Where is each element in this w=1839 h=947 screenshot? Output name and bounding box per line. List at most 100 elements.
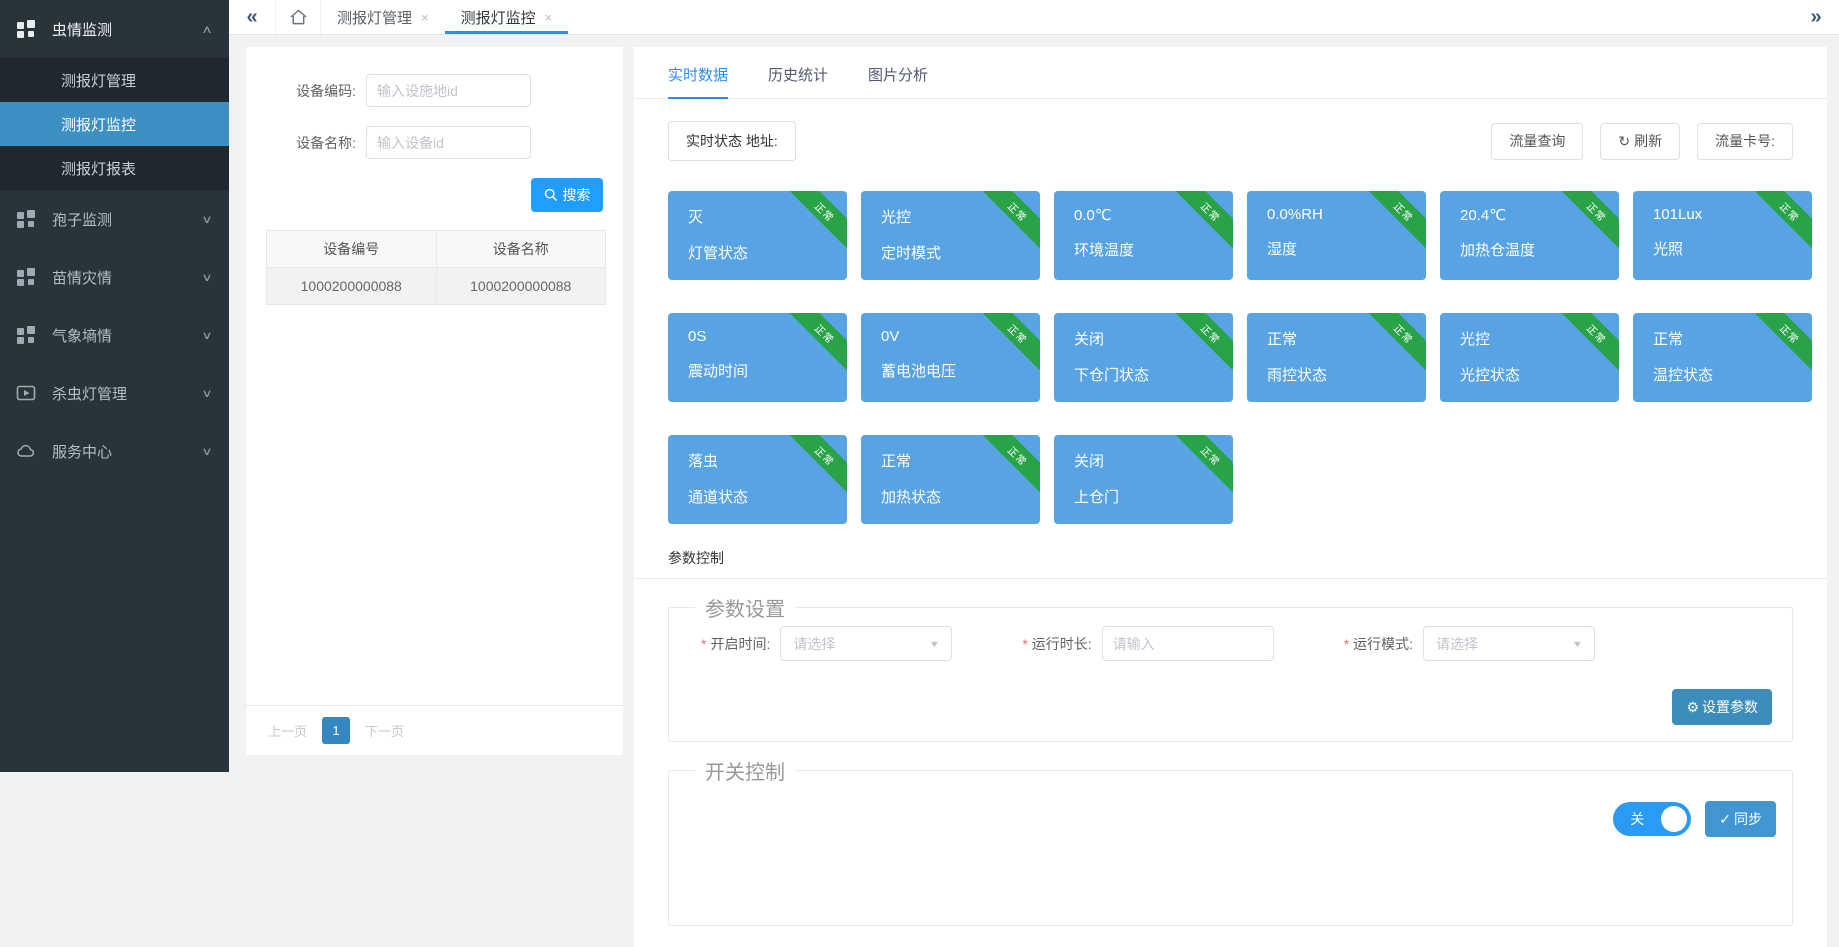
traffic-query-button[interactable]: 流量查询	[1491, 123, 1583, 160]
device-table: 设备编号 设备名称 1000200000088 1000200000088	[266, 230, 606, 305]
divider	[634, 578, 1827, 579]
status-card-heating: 正常 正常 加热状态	[861, 435, 1040, 524]
run-mode-select[interactable]: 请选择 ▼	[1423, 626, 1595, 661]
next-page-button[interactable]: 下一页	[365, 721, 404, 740]
prev-page-button[interactable]: 上一页	[268, 721, 307, 740]
card-label: 灯管状态	[688, 242, 847, 263]
check-icon: ✓	[1719, 811, 1731, 828]
toggle-state-label: 关	[1630, 809, 1644, 829]
tab-image-analysis[interactable]: 图片分析	[868, 64, 928, 98]
toolbar: 流量查询 ↻刷新 流量卡号:	[1491, 123, 1793, 160]
sidebar-item-label: 杀虫灯管理	[52, 383, 127, 404]
sidebar: 虫情监测 ∧ 测报灯管理 测报灯监控 测报灯报表 孢子监测 ∨ 苗情灾情 ∨ 气…	[0, 0, 229, 772]
search-button[interactable]: 搜索	[531, 178, 603, 212]
param-settings-legend: 参数设置	[695, 593, 795, 622]
home-icon	[289, 8, 308, 26]
card-label: 上仓门	[1074, 486, 1233, 507]
device-table-header-name: 设备名称	[436, 231, 606, 268]
sync-button[interactable]: ✓同步	[1705, 801, 1776, 837]
grid-icon	[16, 325, 38, 345]
status-card-lamp-tube: 正常 灭 灯管状态	[668, 191, 847, 280]
sidebar-subitem-lamp-monitoring[interactable]: 测报灯监控	[0, 102, 229, 146]
device-table-header-code: 设备编号	[267, 231, 437, 268]
run-duration-input[interactable]	[1102, 626, 1274, 661]
sidebar-subitem-lamp-management[interactable]: 测报灯管理	[0, 58, 229, 102]
refresh-icon: ↻	[1618, 133, 1630, 150]
sidebar-item-label: 服务中心	[52, 441, 112, 462]
grid-icon	[16, 209, 38, 229]
status-card-temp-control: 正常 正常 温控状态	[1633, 313, 1812, 402]
sidebar-subitem-lamp-report[interactable]: 测报灯报表	[0, 146, 229, 190]
tab-realtime-data[interactable]: 实时数据	[668, 64, 728, 99]
sync-label: 同步	[1734, 809, 1762, 829]
device-detail-panel: 实时数据 历史统计 图片分析 实时状态 地址: 流量查询 ↻刷新 流量卡号: 正…	[634, 47, 1827, 947]
required-mark: *	[701, 636, 706, 652]
table-row[interactable]: 1000200000088 1000200000088	[267, 268, 606, 305]
device-name-input[interactable]	[366, 126, 531, 159]
caret-down-icon: ▼	[1572, 639, 1584, 649]
card-label: 定时模式	[881, 242, 1040, 263]
tab-lamp-monitoring[interactable]: 测报灯监控 ×	[445, 0, 569, 34]
page-number-button[interactable]: 1	[322, 717, 350, 744]
tab-lamp-management[interactable]: 测报灯管理 ×	[321, 0, 445, 34]
collapse-sidebar-button[interactable]: «	[229, 0, 275, 34]
set-params-button[interactable]: ⚙设置参数	[1672, 689, 1772, 725]
sidebar-item-label: 孢子监测	[52, 209, 112, 230]
sidebar-item-spore-monitoring[interactable]: 孢子监测 ∨	[0, 190, 229, 248]
sidebar-item-weather-soil[interactable]: 气象墒情 ∨	[0, 306, 229, 364]
sidebar-item-seedling-disaster[interactable]: 苗情灾情 ∨	[0, 248, 229, 306]
grid-icon	[16, 267, 38, 287]
video-icon	[16, 383, 38, 403]
param-control-title: 参数控制	[668, 548, 1793, 568]
status-card-humidity: 正常 0.0%RH 湿度	[1247, 191, 1426, 280]
refresh-label: 刷新	[1634, 131, 1662, 151]
card-label: 加热状态	[881, 486, 1040, 507]
chevron-down-icon: ∨	[201, 387, 212, 400]
sidebar-item-service-center[interactable]: 服务中心 ∨	[0, 422, 229, 480]
status-card-light: 正常 101Lux 光照	[1633, 191, 1812, 280]
tab-label: 测报灯管理	[337, 7, 412, 28]
device-search-form: 设备编码: 设备名称: 搜索	[246, 47, 623, 230]
home-tab[interactable]	[275, 0, 321, 34]
sidebar-item-insecticidal-lamp[interactable]: 杀虫灯管理 ∨	[0, 364, 229, 422]
device-name-label: 设备名称:	[246, 133, 366, 153]
grid-icon	[16, 19, 38, 39]
open-time-select[interactable]: 请选择 ▼	[780, 626, 952, 661]
status-card-light-control: 正常 光控 光控状态	[1440, 313, 1619, 402]
card-label: 光照	[1653, 238, 1812, 259]
status-card-upper-door: 正常 关闭 上仓门	[1054, 435, 1233, 524]
open-time-label: 开启时间:	[710, 634, 770, 654]
required-mark: *	[1022, 636, 1027, 652]
card-label: 光控状态	[1460, 364, 1619, 385]
chevron-down-icon: ∨	[201, 271, 212, 284]
chevron-down-icon: ∨	[201, 329, 212, 342]
card-label: 通道状态	[688, 486, 847, 507]
run-mode-label: 运行模式:	[1353, 634, 1413, 654]
status-card-battery-voltage: 正常 0V 蓄电池电压	[861, 313, 1040, 402]
sidebar-item-insect-monitoring[interactable]: 虫情监测 ∧	[0, 0, 229, 58]
tab-bar: « 测报灯管理 × 测报灯监控 × »	[229, 0, 1839, 35]
run-duration-label: 运行时长:	[1032, 634, 1092, 654]
pagination: 上一页 1 下一页	[246, 705, 623, 755]
tab-history-statistics[interactable]: 历史统计	[768, 64, 828, 98]
gear-icon: ⚙	[1686, 699, 1699, 716]
status-card-timer-mode: 正常 光控 定时模式	[861, 191, 1040, 280]
traffic-card-button[interactable]: 流量卡号:	[1697, 123, 1793, 160]
switch-control-legend: 开关控制	[695, 756, 795, 785]
card-label: 蓄电池电压	[881, 360, 1040, 381]
toggle-knob	[1661, 806, 1687, 832]
sidebar-subitem-label: 测报灯监控	[61, 114, 136, 135]
refresh-button[interactable]: ↻刷新	[1600, 123, 1680, 160]
card-label: 雨控状态	[1267, 364, 1426, 385]
power-toggle[interactable]: 关	[1613, 802, 1691, 836]
realtime-status-address: 实时状态 地址:	[668, 121, 796, 161]
status-toolbar-row: 实时状态 地址: 流量查询 ↻刷新 流量卡号:	[668, 121, 1793, 161]
expand-tabs-button[interactable]: »	[1793, 0, 1839, 34]
close-icon[interactable]: ×	[421, 10, 429, 25]
sidebar-subitem-label: 测报灯报表	[61, 158, 136, 179]
switch-control-fieldset: 开关控制 关 ✓同步	[668, 756, 1793, 926]
card-label: 下仓门状态	[1074, 364, 1233, 385]
device-code-input[interactable]	[366, 74, 531, 107]
close-icon[interactable]: ×	[545, 10, 553, 25]
set-params-label: 设置参数	[1702, 697, 1758, 717]
